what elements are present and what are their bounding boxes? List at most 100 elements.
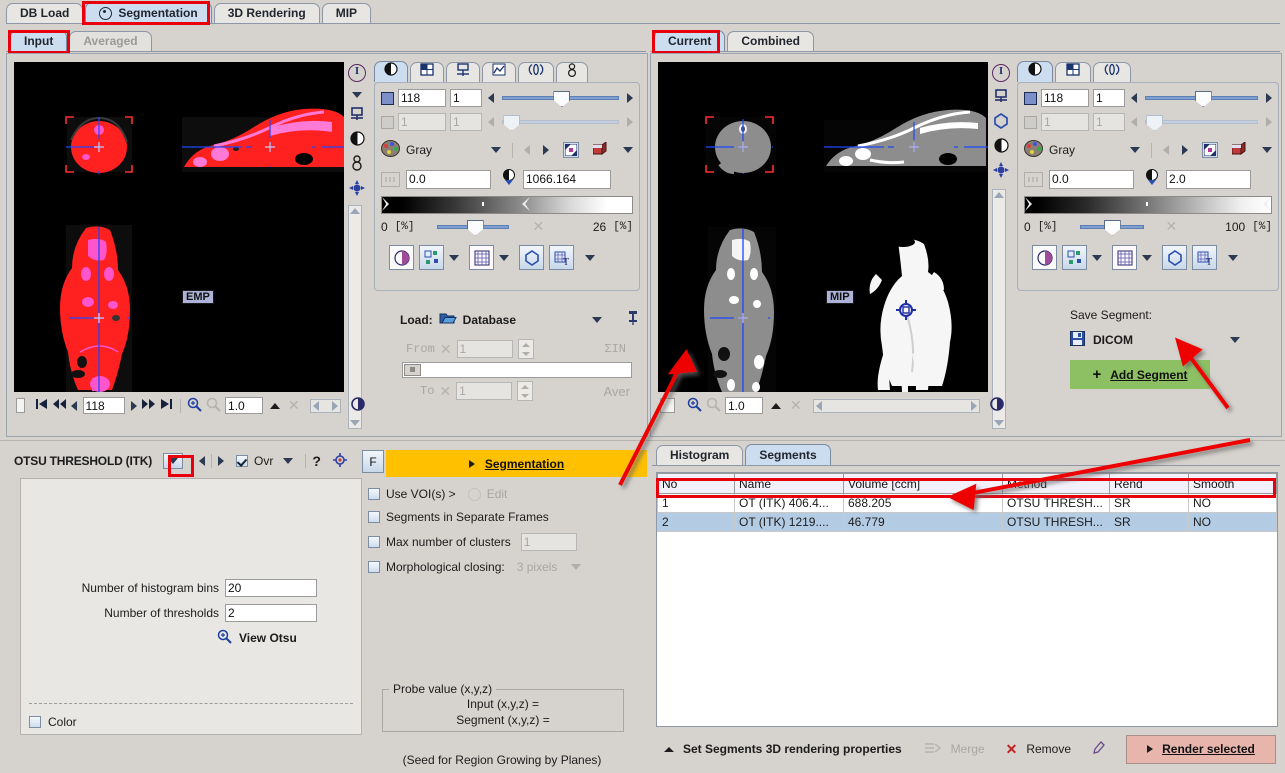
contrast-icon[interactable]: [989, 138, 1013, 156]
scroll-left-icon[interactable]: [312, 400, 319, 411]
marker-icon[interactable]: [989, 162, 1013, 181]
palette-next-icon[interactable]: [1182, 145, 1188, 155]
reset-view-icon[interactable]: [990, 396, 1005, 415]
grid-button[interactable]: [1112, 245, 1137, 270]
slice-prev-icon[interactable]: [1131, 93, 1137, 103]
tab-histogram[interactable]: Histogram: [656, 445, 744, 465]
max-clusters-checkbox[interactable]: [368, 536, 380, 548]
tab-segments[interactable]: Segments: [745, 444, 831, 465]
table-row[interactable]: 2 OT (ITK) 1219.... 46.779 OTSU THRESH..…: [657, 512, 1277, 532]
tab-combined[interactable]: Combined: [727, 31, 815, 51]
left-frame-slider[interactable]: [502, 115, 619, 131]
grid-button[interactable]: [469, 245, 494, 270]
rctl-tab-motion[interactable]: [1093, 62, 1131, 82]
zoom-up-icon[interactable]: [270, 402, 281, 409]
ovr-checkbox[interactable]: [236, 455, 248, 467]
col-no[interactable]: No: [657, 473, 735, 494]
slice-number-input[interactable]: [82, 397, 125, 414]
right-level-max-field[interactable]: [1166, 169, 1251, 189]
frame-next-icon[interactable]: [1266, 117, 1272, 127]
scroll-down-icon[interactable]: [350, 420, 360, 426]
separate-frames-checkbox[interactable]: [368, 511, 380, 523]
contour-button[interactable]: [1162, 245, 1187, 270]
zoom-in-icon[interactable]: [187, 397, 202, 415]
scroll-up-icon[interactable]: [994, 192, 1004, 198]
grid-dropdown-icon[interactable]: [499, 254, 509, 261]
tab-input[interactable]: Input: [10, 30, 68, 51]
frame-prev-icon[interactable]: [1131, 117, 1137, 127]
tab-mip[interactable]: MIP: [321, 3, 372, 23]
right-colorbar[interactable]: [1024, 196, 1272, 214]
left-image-hscrollbar[interactable]: [309, 398, 341, 413]
right-slice-step-field[interactable]: [1093, 89, 1125, 107]
save-format-dropdown-icon[interactable]: [1230, 337, 1240, 343]
f-button[interactable]: F: [362, 450, 384, 473]
morphological-closing-checkbox[interactable]: [368, 561, 380, 573]
add-segment-button[interactable]: + Add Segment: [1070, 360, 1210, 389]
palette-copy-icon[interactable]: [1231, 140, 1248, 159]
load-dropdown-icon[interactable]: [592, 316, 602, 323]
palette-prev-icon[interactable]: [524, 145, 530, 155]
settings-target-icon[interactable]: [332, 452, 347, 470]
col-method[interactable]: Method: [1002, 473, 1110, 494]
colorbar-min-handle[interactable]: [382, 197, 389, 211]
col-name[interactable]: Name: [734, 473, 844, 494]
option-morphological-closing[interactable]: Morphological closing: 3 pixels: [368, 560, 647, 574]
view-otsu-label[interactable]: View Otsu: [239, 631, 297, 645]
left-level-min-field[interactable]: [406, 169, 491, 189]
col-volume[interactable]: Volume [ccm]: [843, 473, 1003, 494]
merge-button[interactable]: Merge: [951, 742, 985, 756]
right-pct-close-icon[interactable]: ✕: [1166, 218, 1178, 235]
transparency-button[interactable]: [1032, 245, 1057, 270]
scroll-left-icon[interactable]: [815, 400, 822, 411]
contrast-icon[interactable]: [345, 131, 369, 149]
save-icon[interactable]: [1070, 331, 1085, 349]
level-max-icon[interactable]: [1144, 169, 1160, 189]
right-image-viewport[interactable]: MIP: [658, 62, 988, 392]
segments-table-container[interactable]: No Name Volume [ccm] Method Rend Smooth …: [656, 472, 1278, 727]
tab-3d-rendering[interactable]: 3D Rendering: [213, 3, 320, 23]
scatter-button[interactable]: [419, 245, 444, 270]
expand-properties-icon[interactable]: [664, 746, 674, 752]
left-frame-field[interactable]: [398, 113, 446, 131]
select-box-button[interactable]: [16, 398, 25, 413]
otsu-next-icon[interactable]: [218, 456, 224, 466]
from-spinner[interactable]: [517, 339, 534, 359]
scatter-dropdown-icon[interactable]: [1092, 254, 1102, 261]
right-frame-field[interactable]: [1041, 113, 1089, 131]
left-slice-step-field[interactable]: [450, 89, 482, 107]
left-colorbar[interactable]: [381, 196, 633, 214]
option-max-clusters[interactable]: Max number of clusters: [368, 533, 647, 551]
morphological-closing-dropdown-icon[interactable]: [571, 564, 582, 570]
palette-extra-dropdown-icon[interactable]: [623, 147, 633, 153]
palette-extra-dropdown-icon[interactable]: [1262, 147, 1272, 153]
slice-next-icon[interactable]: [1266, 93, 1272, 103]
colorbar-max-handle[interactable]: [1263, 197, 1271, 211]
from-clear-icon[interactable]: ✕: [440, 341, 452, 358]
scatter-button[interactable]: [1062, 245, 1087, 270]
scroll-right-icon[interactable]: [332, 400, 338, 411]
crosshair-tool-icon[interactable]: [345, 106, 369, 125]
range-scrollbar[interactable]: [402, 362, 632, 378]
level-max-icon[interactable]: [501, 169, 517, 189]
scatter-dropdown-icon[interactable]: [449, 254, 459, 261]
ctl-tab-thermo[interactable]: [556, 62, 588, 82]
zoom-in-icon[interactable]: [687, 397, 702, 415]
left-slice-slider[interactable]: [502, 91, 619, 107]
text-overlay-button[interactable]: T: [549, 245, 574, 270]
info-icon[interactable]: I: [992, 64, 1010, 82]
zoom-out-icon[interactable]: [206, 397, 221, 415]
slice-prev-icon[interactable]: [488, 93, 494, 103]
info-icon[interactable]: I: [348, 64, 366, 82]
scroll-down-icon[interactable]: [994, 420, 1004, 426]
invert-palette-button[interactable]: [1202, 142, 1218, 158]
table-row[interactable]: 1 OT (ITK) 406.4... 688.205 OTSU THRESH.…: [657, 493, 1277, 513]
right-pct-slider[interactable]: [1079, 219, 1144, 236]
palette-dropdown-icon[interactable]: [1130, 147, 1140, 153]
use-voi-checkbox[interactable]: [368, 488, 380, 500]
left-level-max-field[interactable]: [523, 169, 611, 189]
right-level-min-field[interactable]: [1049, 169, 1134, 189]
palette-prev-icon[interactable]: [1163, 145, 1169, 155]
help-button[interactable]: ?: [312, 453, 321, 469]
invert-palette-button[interactable]: [563, 142, 579, 158]
